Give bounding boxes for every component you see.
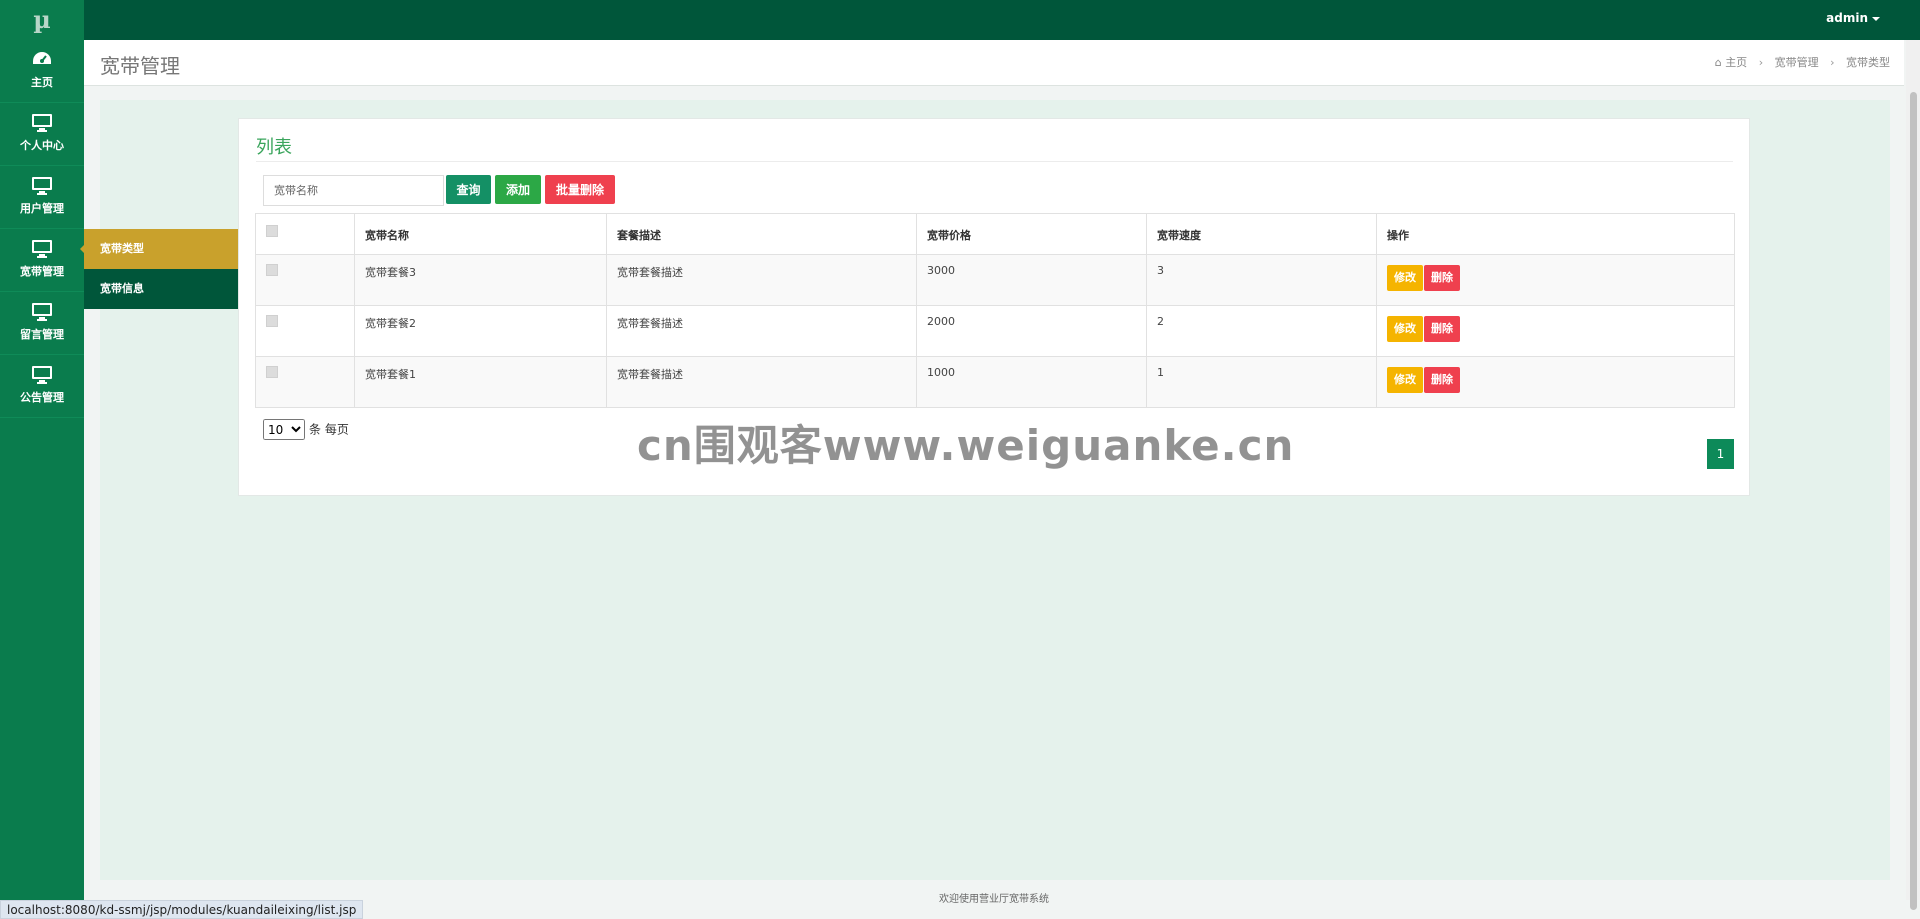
select-all-checkbox[interactable] [266,225,278,237]
watermark: cn围观客www.weiguanke.cn [637,421,1295,470]
breadcrumb-current: 宽带类型 [1846,56,1890,69]
scrollbar[interactable] [1906,40,1920,910]
cell-actions: 修改 删除 [1376,305,1735,357]
sidebar-item-label: 用户管理 [20,202,64,215]
sidebar-item-label: 主页 [31,76,53,89]
chevron-right-icon: › [1758,56,1764,69]
breadcrumb-broadband[interactable]: 宽带管理 [1775,56,1819,69]
sidebar-item-messages[interactable]: 留言管理 [0,292,84,355]
monitor-icon [0,292,84,326]
batch-delete-button[interactable]: 批量删除 [545,175,615,204]
sidebar-item-users[interactable]: 用户管理 [0,166,84,229]
sidebar-item-label: 留言管理 [20,328,64,341]
add-button[interactable]: 添加 [495,175,541,204]
sidebar-item-broadband[interactable]: 宽带管理 [0,229,84,292]
cell-name: 宽带套餐2 [354,305,607,357]
row-select-cell [255,254,355,306]
column-header[interactable]: 套餐描述 [606,213,917,255]
pagination-page-1[interactable]: 1 [1707,439,1734,469]
cell-desc: 宽带套餐描述 [606,356,917,408]
cell-desc: 宽带套餐描述 [606,305,917,357]
delete-button[interactable]: 删除 [1424,367,1460,393]
column-header: 操作 [1376,213,1735,255]
data-table: 宽带名称 套餐描述 宽带价格 宽带速度 操作 宽带套餐3 宽带套餐描述 3000… [255,213,1735,408]
user-name: admin [1826,11,1868,25]
status-bar-url: localhost:8080/kd-ssmj/jsp/modules/kuand… [0,900,364,919]
cell-price: 2000 [916,305,1147,357]
edit-button[interactable]: 修改 [1387,265,1423,291]
monitor-icon [0,103,84,137]
cell-name: 宽带套餐3 [354,254,607,306]
row-checkbox[interactable] [266,366,278,378]
cell-desc: 宽带套餐描述 [606,254,917,306]
select-all-header [255,213,355,255]
column-header[interactable]: 宽带价格 [916,213,1147,255]
sidebar-item-label: 宽带管理 [20,265,64,278]
page-size-suffix: 条 每页 [309,422,349,437]
monitor-icon [0,229,84,263]
sidebar-item-notices[interactable]: 公告管理 [0,355,84,418]
page-size-control: 10 条 每页 [263,419,349,440]
edit-button[interactable]: 修改 [1387,367,1423,393]
divider [256,161,1733,162]
table-header-row: 宽带名称 套餐描述 宽带价格 宽带速度 操作 [255,213,1735,255]
submenu-pointer [80,243,86,255]
submenu-item-broadband-type[interactable]: 宽带类型 [84,229,240,269]
edit-button[interactable]: 修改 [1387,316,1423,342]
row-checkbox[interactable] [266,315,278,327]
delete-button[interactable]: 删除 [1424,265,1460,291]
monitor-icon [0,355,84,389]
table-row: 宽带套餐1 宽带套餐描述 1000 1 修改 删除 [255,356,1735,408]
app-logo[interactable]: µ [0,0,84,40]
caret-down-icon [1872,16,1880,21]
breadcrumb: ⌂ 主页 › 宽带管理 › 宽带类型 [1715,54,1890,70]
column-header[interactable]: 宽带名称 [354,213,607,255]
monitor-icon [0,166,84,200]
cell-price: 3000 [916,254,1147,306]
breadcrumb-home[interactable]: 主页 [1725,56,1747,69]
home-icon: ⌂ [1714,56,1722,69]
page-title: 宽带管理 [100,54,180,78]
user-menu[interactable]: admin [1826,0,1880,36]
cell-actions: 修改 删除 [1376,254,1735,306]
cell-price: 1000 [916,356,1147,408]
top-navbar: admin [0,0,1920,40]
table-row: 宽带套餐3 宽带套餐描述 3000 3 修改 删除 [255,254,1735,306]
submenu-item-broadband-info[interactable]: 宽带信息 [84,269,240,309]
cell-speed: 3 [1146,254,1377,306]
panel-title: 列表 [256,137,292,158]
row-select-cell [255,356,355,408]
page-header: 宽带管理 ⌂ 主页 › 宽带管理 › 宽带类型 [84,40,1904,86]
dashboard-icon [0,40,84,74]
sidebar: 主页 个人中心 用户管理 宽带管理 留言管理 公告管理 [0,40,84,919]
cell-name: 宽带套餐1 [354,356,607,408]
cell-speed: 2 [1146,305,1377,357]
cell-actions: 修改 删除 [1376,356,1735,408]
query-button[interactable]: 查询 [446,175,491,204]
page-size-select[interactable]: 10 [263,419,305,440]
search-input[interactable] [263,175,444,206]
sidebar-item-profile[interactable]: 个人中心 [0,103,84,166]
delete-button[interactable]: 删除 [1424,316,1460,342]
sidebar-item-label: 公告管理 [20,391,64,404]
table-row: 宽带套餐2 宽带套餐描述 2000 2 修改 删除 [255,305,1735,357]
column-header[interactable]: 宽带速度 [1146,213,1377,255]
chevron-right-icon: › [1830,56,1835,69]
submenu: 宽带类型 宽带信息 [84,229,240,309]
sidebar-item-home[interactable]: 主页 [0,40,84,103]
sidebar-item-label: 个人中心 [20,139,64,152]
row-select-cell [255,305,355,357]
scrollbar-thumb[interactable] [1910,92,1917,910]
row-checkbox[interactable] [266,264,278,276]
cell-speed: 1 [1146,356,1377,408]
